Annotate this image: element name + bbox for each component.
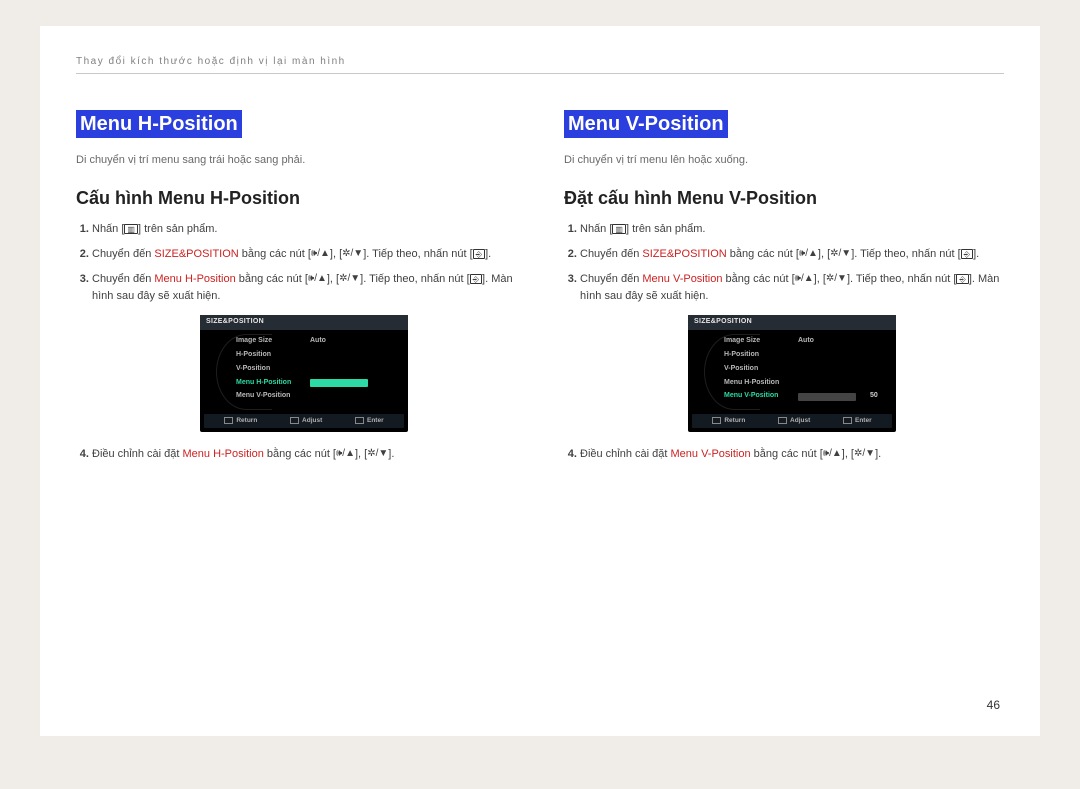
vol-down-icon: ✲/▼ — [339, 271, 360, 287]
osd-adjust: Adjust — [778, 416, 810, 426]
osd-title: SIZE&POSITION — [688, 315, 896, 330]
osd-enter: Enter — [843, 416, 872, 426]
step-3: Chuyển đến Menu V-Position bằng các nút … — [580, 271, 1004, 432]
vol-up-icon: 🕪/▲ — [823, 446, 842, 462]
vol-down-icon: ✲/▼ — [854, 446, 875, 462]
enter-icon: ⎆ — [956, 274, 968, 284]
breadcrumb: Thay đổi kích thước hoặc định vị lại màn… — [76, 56, 1004, 74]
menu-icon: ▥ — [612, 224, 626, 234]
vol-up-icon: 🕪/▲ — [799, 246, 818, 262]
enter-icon: ⎆ — [470, 274, 482, 284]
vol-down-icon: ✲/▼ — [830, 246, 851, 262]
col-left: Menu H-Position Di chuyển vị trí menu sa… — [76, 110, 516, 471]
subheading: Đặt cấu hình Menu V-Position — [564, 188, 1004, 209]
menu-icon: ▥ — [124, 224, 138, 234]
osd-enter: Enter — [355, 416, 384, 426]
section-title-h: Menu H-Position — [76, 110, 242, 138]
vol-up-icon: 🕪/▲ — [795, 271, 814, 287]
vol-down-icon: ✲/▼ — [342, 246, 363, 262]
vol-up-icon: 🕪/▲ — [311, 246, 330, 262]
osd-preview: SIZE&POSITION Image SizeAuto H-Position … — [580, 315, 1004, 432]
vol-up-icon: 🕪/▲ — [336, 446, 355, 462]
osd-title: SIZE&POSITION — [200, 315, 408, 330]
vol-down-icon: ✲/▼ — [826, 271, 847, 287]
step-2: Chuyển đến SIZE&POSITION bằng các nút [🕪… — [92, 246, 516, 263]
vol-up-icon: 🕪/▲ — [308, 271, 327, 287]
enter-icon: ⎆ — [961, 249, 973, 259]
lead-text: Di chuyển vị trí menu lên hoặc xuống. — [564, 154, 1004, 166]
osd-return: Return — [224, 416, 257, 426]
osd-return: Return — [712, 416, 745, 426]
osd-adjust: Adjust — [290, 416, 322, 426]
osd-preview: SIZE&POSITION Image SizeAuto H-Position … — [92, 315, 516, 432]
page-number: 46 — [987, 698, 1000, 712]
step-3: Chuyển đến Menu H-Position bằng các nút … — [92, 271, 516, 432]
step-4: Điều chỉnh cài đặt Menu H-Position bằng … — [92, 446, 516, 463]
step-4: Điều chỉnh cài đặt Menu V-Position bằng … — [580, 446, 1004, 463]
lead-text: Di chuyển vị trí menu sang trái hoặc san… — [76, 154, 516, 166]
subheading: Cấu hình Menu H-Position — [76, 188, 516, 209]
manual-page: Thay đổi kích thước hoặc định vị lại màn… — [40, 26, 1040, 736]
vol-down-icon: ✲/▼ — [367, 446, 388, 462]
step-1: Nhấn [▥] trên sản phẩm. — [580, 221, 1004, 238]
steps-list: Nhấn [▥] trên sản phẩm. Chuyển đến SIZE&… — [76, 221, 516, 463]
steps-list: Nhấn [▥] trên sản phẩm. Chuyển đến SIZE&… — [564, 221, 1004, 463]
step-1: Nhấn [▥] trên sản phẩm. — [92, 221, 516, 238]
step-2: Chuyển đến SIZE&POSITION bằng các nút [🕪… — [580, 246, 1004, 263]
two-column-layout: Menu H-Position Di chuyển vị trí menu sa… — [76, 110, 1004, 471]
enter-icon: ⎆ — [473, 249, 485, 259]
section-title-v: Menu V-Position — [564, 110, 728, 138]
col-right: Menu V-Position Di chuyển vị trí menu lê… — [564, 110, 1004, 471]
